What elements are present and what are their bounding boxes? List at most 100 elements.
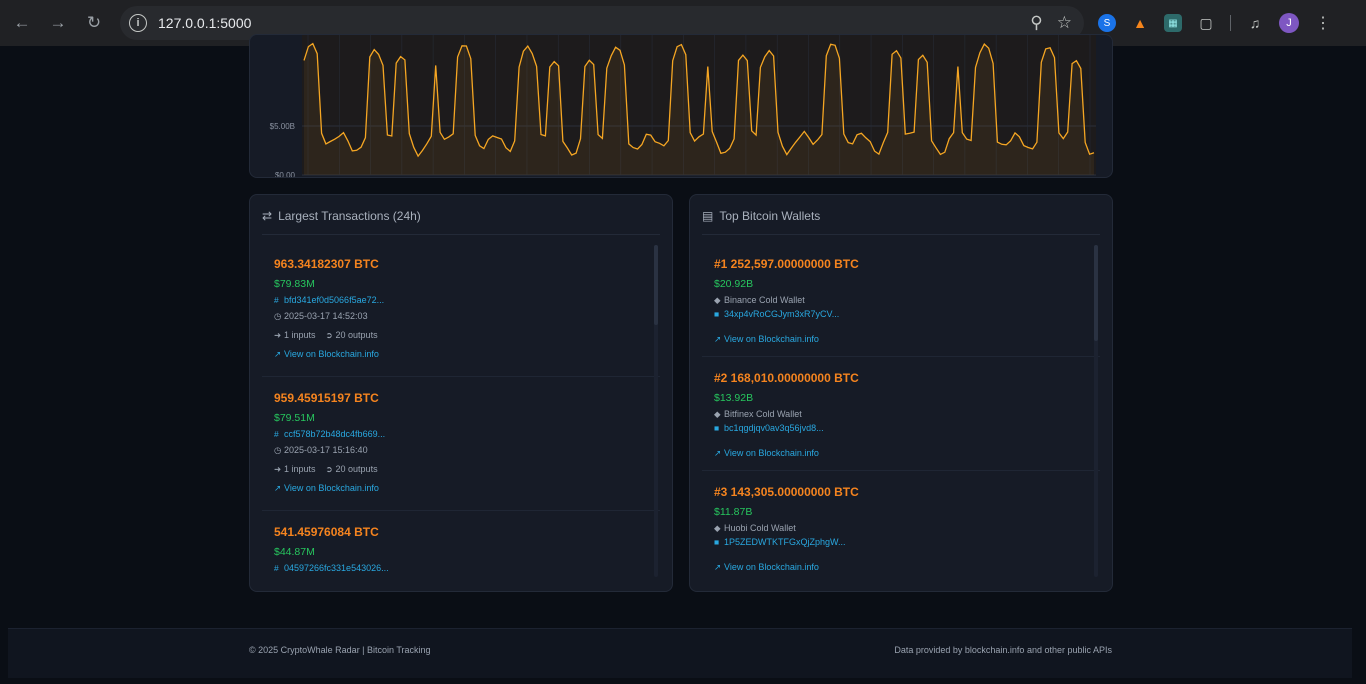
link-label: View on Blockchain.info (284, 349, 379, 359)
bookmark-star-icon[interactable]: ☆ (1057, 13, 1072, 33)
hash-icon: # (274, 563, 279, 573)
tx-usd: $79.83M (274, 278, 315, 290)
wallet-icon: ▤ (702, 209, 714, 223)
hash-icon: # (274, 295, 279, 305)
wallet-label: Binance Cold Wallet (724, 295, 805, 305)
wallet-icon: ■ (714, 537, 720, 547)
wallet-icon: ■ (714, 423, 720, 433)
scrollbar-thumb[interactable] (654, 245, 658, 325)
tx-hash[interactable]: bfd341ef0d5066f5ae72... (284, 295, 384, 305)
profile-avatar[interactable]: J (1279, 13, 1299, 33)
footer-credit: Data provided by blockchain.info and oth… (894, 645, 1112, 655)
wallet-usd: $20.92B (714, 278, 754, 290)
url-text[interactable]: 127.0.0.1:5000 (158, 15, 251, 31)
view-blockchain-link[interactable]: ↗ View on Blockchain.info (714, 562, 819, 573)
tag-icon: ◆ (714, 523, 721, 533)
list-item: #3 143,305.00000000 BTC $11.87B ◆ Huobi C… (702, 471, 1100, 577)
wallet-usd: $13.92B (714, 392, 754, 404)
list-item: #1 252,597.00000000 BTC $20.92B ◆ Binance… (702, 243, 1100, 357)
tx-outputs: 20 outputs (335, 330, 378, 340)
tx-amount: 541.45976084 BTC (274, 525, 379, 539)
view-blockchain-link[interactable]: ↗ View on Blockchain.info (714, 448, 819, 459)
tx-amount: 959.45915197 BTC (274, 391, 379, 405)
metamask-extension-icon[interactable]: ▲ (1128, 11, 1152, 35)
tag-icon: ◆ (714, 295, 721, 305)
wallet-address[interactable]: bc1qgdjqv0av3q56jvd8... (724, 423, 824, 433)
site-info-icon[interactable]: i (129, 14, 147, 32)
link-label: View on Blockchain.info (724, 334, 819, 344)
tx-usd: $44.87M (274, 546, 315, 558)
list-item: 959.45915197 BTC $79.51M # ccf578b72b48dc… (262, 377, 660, 511)
exchange-arrows-icon: ⇄ (262, 209, 273, 223)
tx-usd: $79.51M (274, 412, 315, 424)
y-tick-label: $5.00B (270, 122, 295, 131)
tx-amount: 963.34182307 BTC (274, 257, 379, 271)
card-header: ⇄ Largest Transactions (24h) (262, 209, 660, 235)
view-blockchain-link[interactable]: ↗ View on Blockchain.info (274, 483, 379, 494)
tx-time: 2025-03-17 14:52:03 (284, 311, 368, 321)
sign-out-icon: ➲ (325, 464, 333, 474)
external-link-icon: ↗ (274, 349, 282, 359)
sign-in-icon: ➜ (274, 330, 282, 340)
clock-icon: ◷ (274, 445, 282, 455)
scrollbar-thumb[interactable] (1094, 245, 1098, 341)
external-link-icon: ↗ (274, 483, 282, 493)
tx-hash[interactable]: 04597266fc331e543026... (284, 563, 389, 573)
shazam-extension-icon[interactable]: S (1098, 14, 1116, 32)
volume-chart: $5.00B$0.00Sep 22Sep 29Oct 6Oct 13Oct 20… (270, 35, 1096, 178)
wallet-label: Bitfinex Cold Wallet (724, 409, 802, 419)
back-icon[interactable]: ← (6, 7, 38, 39)
scrollbar[interactable] (654, 245, 658, 577)
tx-inputs: 1 inputs (284, 330, 316, 340)
top-wallets-card: ▤ Top Bitcoin Wallets #1 252,597.0000000… (689, 194, 1113, 592)
zoom-icon[interactable]: ⚲ (1030, 13, 1042, 33)
link-label: View on Blockchain.info (724, 448, 819, 458)
link-label: View on Blockchain.info (284, 483, 379, 493)
clock-icon: ◷ (274, 311, 282, 321)
largest-transactions-card: ⇄ Largest Transactions (24h) 963.3418230… (249, 194, 673, 592)
tx-inputs: 1 inputs (284, 464, 316, 474)
wallet-rank-amount: #3 143,305.00000000 BTC (714, 485, 859, 499)
media-control-icon[interactable]: ♫ (1243, 11, 1267, 35)
footer-copyright: © 2025 CryptoWhale Radar | Bitcoin Track… (249, 645, 431, 655)
wallets-list[interactable]: #1 252,597.00000000 BTC $20.92B ◆ Binance… (702, 243, 1100, 577)
card-title: Top Bitcoin Wallets (719, 209, 821, 223)
wallet-icon: ■ (714, 309, 720, 319)
tx-outputs: 20 outputs (335, 464, 378, 474)
scrollbar[interactable] (1094, 245, 1098, 577)
view-blockchain-link[interactable]: ↗ View on Blockchain.info (274, 349, 379, 360)
list-item: 541.45976084 BTC $44.87M #04597266fc331e… (262, 511, 660, 577)
wallet-address[interactable]: 34xp4vRoCGJym3xR7yCV... (724, 309, 839, 319)
sign-in-icon: ➜ (274, 464, 282, 474)
link-label: View on Blockchain.info (724, 562, 819, 572)
kebab-menu-icon[interactable]: ⋮ (1311, 11, 1335, 35)
list-item: #2 168,010.00000000 BTC $13.92B ◆ Bitfine… (702, 357, 1100, 471)
wallet-usd: $11.87B (714, 506, 753, 518)
footer: © 2025 CryptoWhale Radar | Bitcoin Track… (8, 628, 1352, 678)
extension-icon[interactable]: ▦ (1164, 14, 1182, 32)
page-content: $5.00B$0.00Sep 22Sep 29Oct 6Oct 13Oct 20… (0, 34, 1366, 684)
view-blockchain-link[interactable]: ↗ View on Blockchain.info (714, 334, 819, 345)
wallet-rank-amount: #2 168,010.00000000 BTC (714, 371, 859, 385)
card-title: Largest Transactions (24h) (278, 209, 421, 223)
wallet-label: Huobi Cold Wallet (724, 523, 796, 533)
toolbar-divider (1230, 15, 1231, 31)
hash-icon: # (274, 429, 279, 439)
y-tick-label: $0.00 (275, 171, 296, 178)
puzzle-icon[interactable]: ▢ (1194, 11, 1218, 35)
tx-hash[interactable]: ccf578b72b48dc4fb669... (284, 429, 385, 439)
forward-icon[interactable]: → (42, 7, 74, 39)
transactions-list[interactable]: 963.34182307 BTC $79.83M # bfd341ef0d5066… (262, 243, 660, 577)
external-link-icon: ↗ (714, 562, 722, 572)
wallet-address[interactable]: 1P5ZEDWTKTFGxQjZphgW... (724, 537, 846, 547)
list-item: 963.34182307 BTC $79.83M # bfd341ef0d5066… (262, 243, 660, 377)
tx-time: 2025-03-17 15:16:40 (284, 445, 368, 455)
reload-icon[interactable]: ↻ (78, 7, 110, 39)
card-header: ▤ Top Bitcoin Wallets (702, 209, 1100, 235)
volume-chart-card: $5.00B$0.00Sep 22Sep 29Oct 6Oct 13Oct 20… (249, 34, 1113, 178)
sign-out-icon: ➲ (325, 330, 333, 340)
external-link-icon: ↗ (714, 448, 722, 458)
tag-icon: ◆ (714, 409, 721, 419)
external-link-icon: ↗ (714, 334, 722, 344)
wallet-rank-amount: #1 252,597.00000000 BTC (714, 257, 859, 271)
